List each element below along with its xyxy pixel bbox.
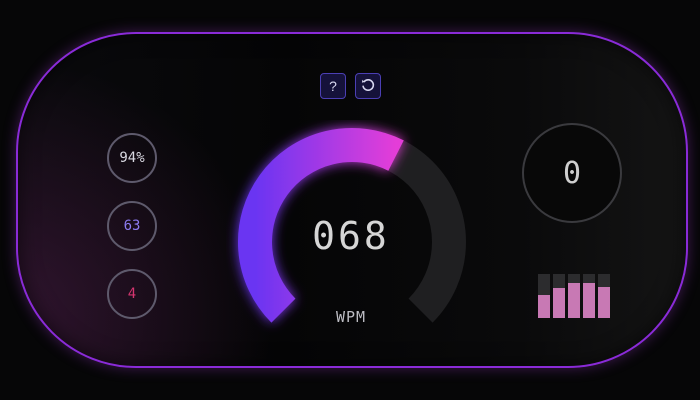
activity-bar — [553, 274, 565, 318]
counter-display: 0 — [522, 123, 622, 223]
reset-button[interactable] — [355, 73, 381, 99]
activity-bar-fill — [583, 283, 595, 318]
reset-icon — [360, 77, 376, 96]
activity-bar-fill — [568, 283, 580, 318]
activity-bars — [538, 274, 612, 318]
activity-bar — [568, 274, 580, 318]
errors-value: 4 — [127, 286, 137, 302]
characters-value: 63 — [123, 218, 141, 234]
accuracy-stat: 94% — [107, 133, 157, 183]
activity-bar — [583, 274, 595, 318]
counter-value: 0 — [562, 155, 582, 191]
activity-bar-fill — [598, 287, 610, 318]
help-label: ? — [329, 78, 337, 94]
characters-stat: 63 — [107, 201, 157, 251]
activity-bar-fill — [538, 295, 550, 318]
wpm-value: 068 — [312, 214, 390, 258]
errors-stat: 4 — [107, 269, 157, 319]
help-button[interactable]: ? — [320, 73, 346, 99]
activity-bar — [598, 274, 610, 318]
activity-bar — [538, 274, 550, 318]
wpm-label: WPM — [335, 308, 367, 326]
accuracy-value: 94% — [119, 150, 145, 166]
activity-bar-fill — [553, 288, 565, 318]
